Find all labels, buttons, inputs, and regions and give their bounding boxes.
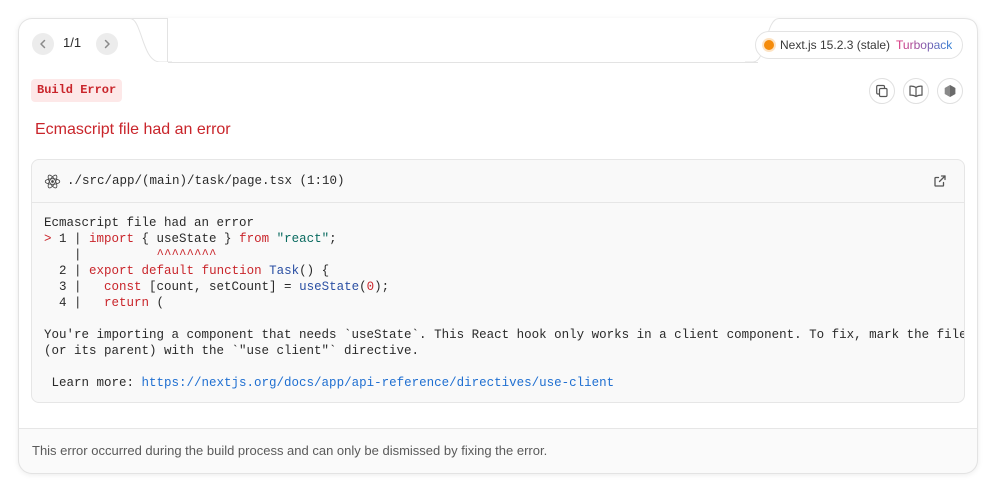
build-error-badge: Build Error bbox=[31, 79, 123, 102]
learn-more-link[interactable]: https://nextjs.org/docs/app/api-referenc… bbox=[142, 376, 615, 390]
line-number: 4 | bbox=[44, 296, 105, 310]
code-function: useState bbox=[299, 280, 360, 294]
code-keyword: import bbox=[89, 232, 135, 246]
chevron-left-icon bbox=[40, 39, 46, 49]
code-frame: ./src/app/(main)/task/page.tsx (1:10) Ec… bbox=[31, 159, 965, 403]
file-path: ./src/app/(main)/task/page.tsx (1:10) bbox=[67, 174, 345, 188]
code-function: Task bbox=[269, 264, 300, 278]
copy-error-button[interactable] bbox=[869, 78, 895, 104]
react-icon bbox=[44, 174, 61, 188]
dialog-footer: This error occurred during the build pro… bbox=[18, 428, 978, 474]
explanation-text: (or its parent) with the `"use client"` … bbox=[44, 344, 420, 358]
code-text: [count, setCount] = bbox=[141, 280, 300, 294]
copy-icon bbox=[876, 84, 888, 98]
divider bbox=[168, 62, 758, 63]
error-message: Ecmascript file had an error bbox=[44, 216, 255, 230]
code-text: ( bbox=[149, 296, 165, 310]
line-number: 1 | bbox=[59, 232, 90, 246]
code-keyword: from bbox=[239, 232, 270, 246]
version-indicator[interactable]: Next.js 15.2.3 (stale) Turbopack bbox=[755, 31, 964, 59]
error-caret: ^^^^^^^^ bbox=[156, 248, 217, 262]
bundler-label: Turbopack bbox=[896, 38, 953, 52]
code-text: ( bbox=[359, 280, 367, 294]
error-line-marker: > bbox=[44, 232, 60, 246]
code-string: "react" bbox=[276, 232, 330, 246]
next-error-button[interactable] bbox=[96, 33, 118, 55]
version-text: Next.js 15.2.3 (stale) bbox=[780, 38, 891, 52]
code-frame-header: ./src/app/(main)/task/page.tsx (1:10) bbox=[32, 160, 964, 203]
code-keyword: const bbox=[104, 280, 142, 294]
code-number: 0 bbox=[366, 280, 375, 294]
code-keyword: function bbox=[201, 264, 262, 278]
docs-book-icon bbox=[909, 85, 923, 98]
pager-count: 1/1 bbox=[63, 35, 82, 50]
prev-error-button[interactable] bbox=[32, 33, 54, 55]
code-text: ; bbox=[329, 232, 337, 246]
docs-button[interactable] bbox=[903, 78, 929, 104]
code-keyword: default bbox=[141, 264, 195, 278]
code-text: ); bbox=[374, 280, 390, 294]
error-title: Ecmascript file had an error bbox=[35, 121, 231, 138]
code-text: () { bbox=[299, 264, 330, 278]
stale-status-dot bbox=[764, 40, 774, 50]
explanation-text: You're importing a component that needs … bbox=[44, 328, 965, 342]
node-inspector-button[interactable] bbox=[937, 78, 963, 104]
code-keyword: return bbox=[104, 296, 150, 310]
footer-message: This error occurred during the build pro… bbox=[32, 443, 548, 458]
line-number: 2 | bbox=[44, 264, 90, 278]
caret-gutter: | bbox=[44, 248, 157, 262]
line-number: 3 | bbox=[44, 280, 105, 294]
learn-more-label: Learn more: bbox=[44, 376, 142, 390]
code-keyword: export bbox=[89, 264, 135, 278]
code-text: { useState } bbox=[134, 232, 240, 246]
code-content: Ecmascript file had an error > 1 | impor… bbox=[32, 203, 964, 391]
pager-tab-curve bbox=[120, 18, 172, 64]
chevron-right-icon bbox=[104, 39, 110, 49]
open-in-editor-icon[interactable] bbox=[932, 173, 948, 189]
nodejs-icon bbox=[944, 85, 956, 97]
